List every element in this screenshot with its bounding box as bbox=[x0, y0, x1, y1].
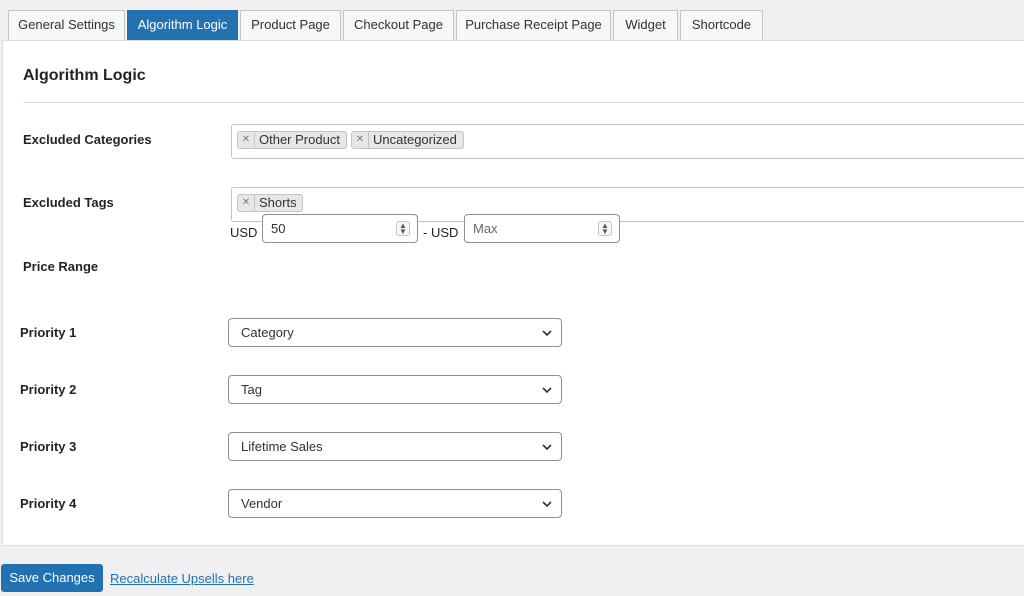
title-divider bbox=[23, 102, 1024, 103]
priority-1-select[interactable]: Category bbox=[228, 318, 562, 347]
page-title: Algorithm Logic bbox=[23, 67, 146, 84]
priority-2-label: Priority 2 bbox=[20, 382, 77, 397]
priority-1-label: Priority 1 bbox=[20, 325, 77, 340]
category-chip: ✕ Uncategorized bbox=[351, 131, 464, 149]
priority-3-select[interactable]: Lifetime Sales bbox=[228, 432, 562, 461]
recalculate-upsells-link[interactable]: Recalculate Upsells here bbox=[110, 571, 254, 586]
max-price-input[interactable]: Max ▲ ▼ bbox=[464, 214, 620, 243]
tag-chip: ✕ Shorts bbox=[237, 194, 303, 212]
tab-shortcode[interactable]: Shortcode bbox=[680, 10, 763, 40]
priority-4-label: Priority 4 bbox=[20, 496, 77, 511]
priority-2-select[interactable]: Tag bbox=[228, 375, 562, 404]
close-icon[interactable]: ✕ bbox=[238, 132, 255, 148]
excluded-tags-label: Excluded Tags bbox=[23, 195, 114, 210]
category-chip: ✕ Other Product bbox=[237, 131, 347, 149]
priority-3-value: Lifetime Sales bbox=[241, 439, 323, 454]
min-price-value: 50 bbox=[271, 221, 286, 236]
chip-label: Shorts bbox=[259, 195, 297, 210]
tab-purchase-receipt-page[interactable]: Purchase Receipt Page bbox=[456, 10, 611, 40]
settings-panel: Algorithm Logic Excluded Categories ✕ Ot… bbox=[2, 40, 1024, 546]
excluded-categories-label: Excluded Categories bbox=[23, 132, 152, 147]
settings-tabs: General Settings Algorithm Logic Product… bbox=[0, 0, 1024, 40]
min-price-input[interactable]: 50 ▲ ▼ bbox=[262, 214, 418, 243]
chevron-down-icon bbox=[542, 501, 552, 508]
spinner-icon[interactable]: ▲ ▼ bbox=[396, 221, 410, 236]
tab-widget[interactable]: Widget bbox=[613, 10, 678, 40]
tab-general-settings[interactable]: General Settings bbox=[8, 10, 125, 40]
chevron-down-icon bbox=[542, 330, 552, 337]
max-price-placeholder: Max bbox=[473, 221, 498, 236]
close-icon[interactable]: ✕ bbox=[352, 132, 369, 148]
spinner-icon[interactable]: ▲ ▼ bbox=[598, 221, 612, 236]
excluded-categories-field[interactable]: ✕ Other Product ✕ Uncategorized bbox=[231, 124, 1024, 159]
currency-min-label: USD bbox=[230, 225, 258, 240]
chip-label: Other Product bbox=[259, 132, 340, 147]
tab-product-page[interactable]: Product Page bbox=[240, 10, 341, 40]
priority-2-value: Tag bbox=[241, 382, 262, 397]
priority-3-label: Priority 3 bbox=[20, 439, 77, 454]
tab-checkout-page[interactable]: Checkout Page bbox=[343, 10, 454, 40]
priority-4-value: Vendor bbox=[241, 496, 283, 511]
chevron-down-icon bbox=[542, 387, 552, 394]
tab-algorithm-logic[interactable]: Algorithm Logic bbox=[127, 10, 238, 40]
priority-1-value: Category bbox=[241, 325, 294, 340]
chevron-down-icon bbox=[542, 444, 552, 451]
close-icon[interactable]: ✕ bbox=[238, 195, 255, 211]
currency-max-label: - USD bbox=[423, 225, 459, 240]
price-range-label: Price Range bbox=[23, 259, 99, 274]
priority-4-select[interactable]: Vendor bbox=[228, 489, 562, 518]
save-changes-button[interactable]: Save Changes bbox=[1, 564, 103, 592]
chip-label: Uncategorized bbox=[373, 132, 457, 147]
